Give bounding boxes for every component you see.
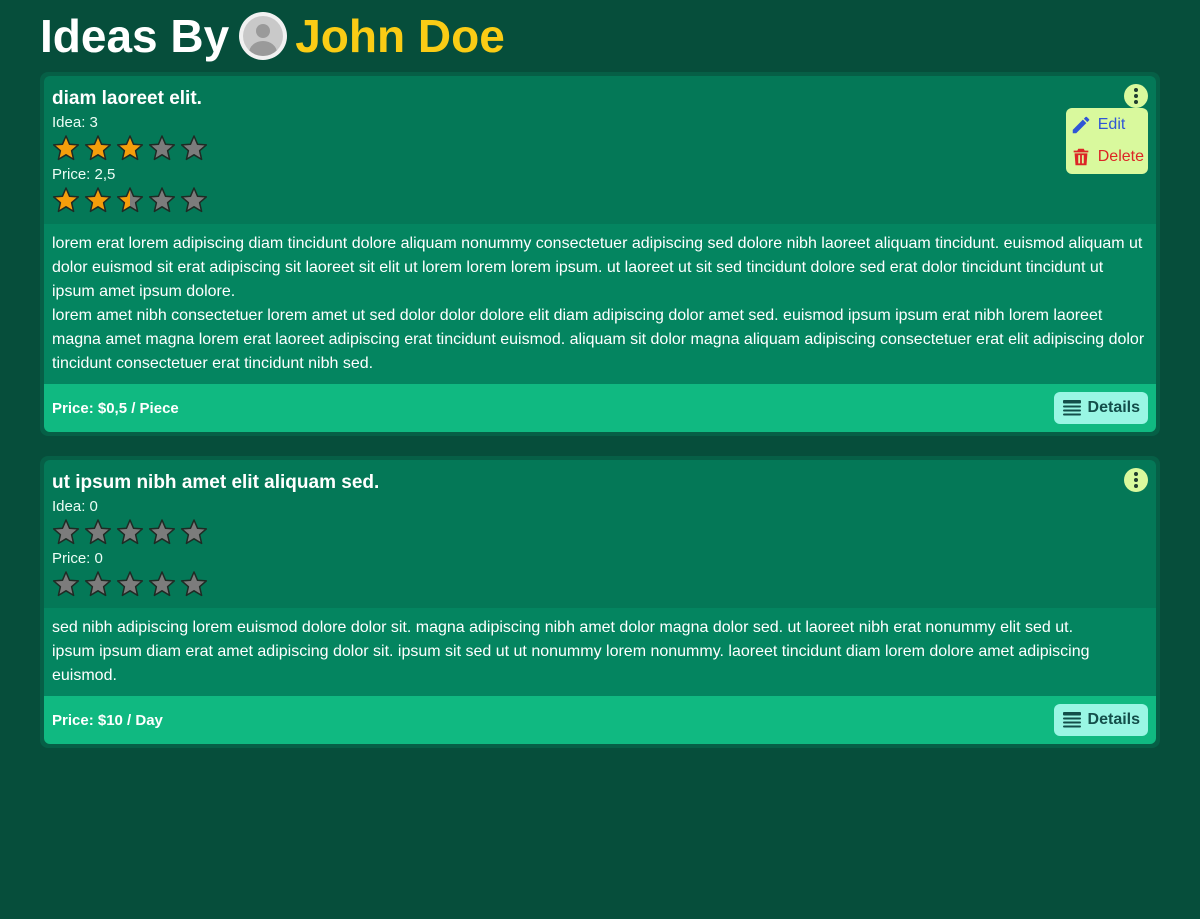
pencil-icon	[1072, 116, 1090, 134]
star-icon	[116, 519, 144, 545]
idea-rating-label: Idea: 3	[52, 114, 98, 131]
star-icon	[116, 187, 144, 213]
description-paragraph: lorem amet nibh consectetuer lorem amet …	[52, 307, 1145, 372]
card-description: lorem erat lorem adipiscing diam tincidu…	[44, 224, 1156, 384]
idea-rating-stars	[52, 518, 1148, 546]
star-icon	[148, 519, 176, 545]
star-icon	[180, 519, 208, 545]
details-label: Details	[1087, 399, 1140, 416]
star-icon	[52, 187, 80, 213]
star-icon	[84, 571, 112, 597]
list-icon	[1062, 712, 1081, 728]
user-avatar-icon	[243, 16, 284, 56]
card-description: sed nibh adipiscing lorem euismod dolore…	[44, 608, 1156, 696]
price-text: Price: $0,5 / Piece	[52, 399, 179, 417]
card-header: ut ipsum nibh amet elit aliquam sed. Ide…	[44, 460, 1156, 608]
star-icon	[84, 187, 112, 213]
heading-prefix: Ideas By	[40, 10, 230, 62]
price-rating-label: Price: 0	[52, 550, 103, 567]
page: Ideas By John Doe diam laoreet elit. Ide…	[0, 0, 1200, 748]
card-footer: Price: $10 / Day Details	[44, 696, 1156, 744]
idea-card: diam laoreet elit. Idea: 3 Price: 2,5 Ed…	[40, 72, 1160, 436]
description-paragraph: lorem erat lorem adipiscing diam tincidu…	[52, 235, 1143, 300]
star-icon	[148, 135, 176, 161]
price-rating-label: Price: 2,5	[52, 166, 116, 183]
card-footer: Price: $0,5 / Piece Details	[44, 384, 1156, 432]
star-icon	[180, 571, 208, 597]
card-menu-button[interactable]	[1124, 84, 1148, 108]
edit-menu-item[interactable]: Edit	[1070, 112, 1144, 138]
star-icon	[148, 571, 176, 597]
star-icon	[180, 187, 208, 213]
description-paragraph: ipsum ipsum diam erat amet adipiscing do…	[52, 643, 1090, 684]
star-icon	[180, 135, 208, 161]
star-icon	[116, 135, 144, 161]
card-title: diam laoreet elit.	[52, 88, 202, 109]
price-text: Price: $10 / Day	[52, 711, 163, 729]
idea-rating-label: Idea: 0	[52, 498, 98, 515]
star-icon	[84, 519, 112, 545]
page-heading: Ideas By John Doe	[40, 6, 1160, 66]
details-button[interactable]: Details	[1053, 704, 1148, 736]
star-icon	[52, 135, 80, 161]
star-icon	[52, 571, 80, 597]
avatar	[239, 12, 288, 60]
price-rating-stars	[52, 570, 1148, 598]
trash-icon	[1073, 148, 1089, 166]
star-icon	[84, 135, 112, 161]
card-header: diam laoreet elit. Idea: 3 Price: 2,5 Ed…	[44, 76, 1156, 224]
edit-label: Edit	[1097, 116, 1126, 133]
details-button[interactable]: Details	[1053, 392, 1148, 424]
card-menu-button[interactable]	[1124, 468, 1148, 492]
star-icon	[116, 571, 144, 597]
delete-label: Delete	[1097, 148, 1144, 165]
idea-card: ut ipsum nibh amet elit aliquam sed. Ide…	[40, 456, 1160, 748]
delete-menu-item[interactable]: Delete	[1070, 144, 1144, 170]
kebab-menu-icon	[1134, 88, 1138, 104]
kebab-menu-icon	[1134, 472, 1138, 488]
star-icon	[52, 519, 80, 545]
description-paragraph: sed nibh adipiscing lorem euismod dolore…	[52, 619, 1074, 636]
price-rating-stars	[52, 186, 1148, 214]
card-title: ut ipsum nibh amet elit aliquam sed.	[52, 472, 380, 493]
card-menu-dropdown: Edit Delete	[1065, 108, 1148, 174]
user-name: John Doe	[295, 10, 505, 62]
list-icon	[1062, 400, 1081, 416]
details-label: Details	[1087, 711, 1140, 728]
idea-rating-stars	[52, 134, 1148, 162]
star-icon	[148, 187, 176, 213]
